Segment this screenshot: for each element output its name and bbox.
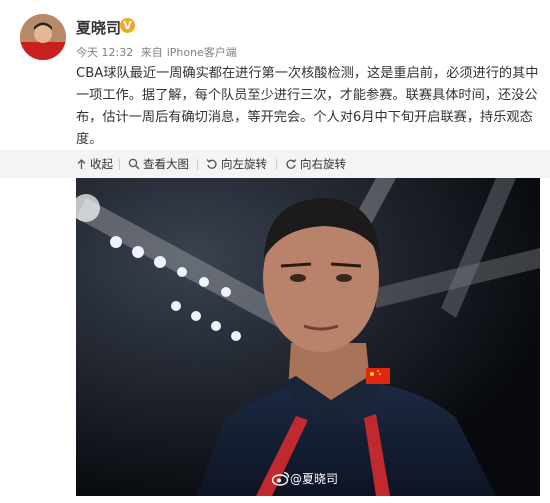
photo-illustration — [76, 178, 540, 496]
image-toolbar: 收起 查看大图 向左旋转 向右旋转 — [0, 150, 550, 178]
weibo-logo-icon — [272, 471, 290, 486]
author-name[interactable]: 夏晓司 — [76, 17, 121, 38]
post-content: CBA球队最近一周确实都在进行第一次核酸检测，这是重启前，必须进行的其中一项工作… — [76, 66, 539, 147]
post-time[interactable]: 今天 12:32 — [76, 46, 133, 59]
post-image[interactable] — [76, 178, 540, 496]
avatar-image — [20, 14, 66, 60]
collapse-label: 收起 — [90, 157, 113, 171]
image-watermark: @夏晓司 — [272, 470, 338, 487]
post-meta: 今天 12:32 来自 iPhone客户端 — [76, 44, 241, 60]
post-source[interactable]: iPhone客户端 — [167, 46, 237, 59]
rotate-right-label: 向右旋转 — [300, 157, 346, 171]
rotate-right-icon — [286, 159, 297, 169]
magnifier-icon — [128, 158, 140, 170]
source-prefix: 来自 — [140, 46, 163, 59]
view-large-label: 查看大图 — [143, 157, 189, 171]
arrow-up-icon — [77, 158, 86, 169]
view-large-button[interactable]: 查看大图 — [128, 150, 189, 178]
rotate-left-icon — [206, 159, 217, 169]
avatar[interactable] — [20, 14, 66, 60]
rotate-left-label: 向左旋转 — [221, 157, 267, 171]
verified-badge-icon: V — [120, 18, 135, 33]
divider — [276, 159, 277, 170]
rotate-left-button[interactable]: 向左旋转 — [206, 150, 267, 178]
watermark-text: @夏晓司 — [290, 472, 339, 486]
collapse-button[interactable]: 收起 — [76, 150, 113, 178]
rotate-right-button[interactable]: 向右旋转 — [285, 150, 346, 178]
divider — [119, 159, 120, 170]
divider — [197, 159, 198, 170]
